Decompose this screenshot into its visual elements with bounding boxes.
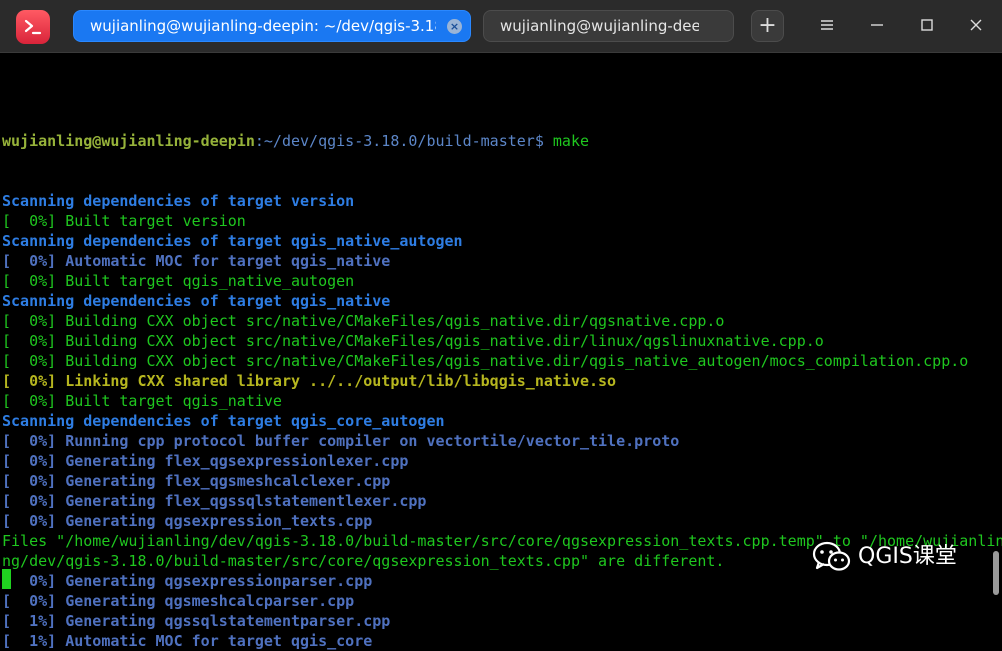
scrollbar-thumb[interactable] bbox=[993, 551, 999, 595]
close-icon[interactable] bbox=[964, 14, 988, 38]
terminal-line: [ 0%] Linking CXX shared library ../../o… bbox=[2, 372, 617, 390]
terminal-line: Scanning dependencies of target qgis_nat… bbox=[2, 232, 463, 250]
terminal-line: [ 0%] Running cpp protocol buffer compil… bbox=[2, 432, 680, 450]
terminal-line: ng/dev/qgis-3.18.0/build-master/src/core… bbox=[2, 552, 725, 570]
terminal-line: [ 0%] Built target version bbox=[2, 212, 246, 230]
terminal-lines: wujianling@wujianling-deepin:~/dev/qgis-… bbox=[2, 91, 1002, 651]
terminal-app-icon[interactable] bbox=[16, 10, 50, 44]
maximize-icon[interactable] bbox=[915, 14, 939, 38]
terminal-line: [ 0%] Building CXX object src/native/CMa… bbox=[2, 312, 725, 330]
tab-active-terminal[interactable]: wujianling@wujianling-deepin: ~/dev/qgis… bbox=[73, 10, 471, 42]
terminal-line: [ 0%] Generating qgsmeshcalcparser.cpp bbox=[2, 592, 355, 610]
prompt-path: :~/dev/qgis-3.18.0/build-master$ bbox=[254, 132, 553, 150]
wechat-icon bbox=[812, 541, 851, 571]
prompt-line: wujianling@wujianling-deepin:~/dev/qgis-… bbox=[2, 131, 1002, 151]
terminal-line: [ 0%] Generating flex_qgssqlstatementlex… bbox=[2, 492, 427, 510]
watermark-text: QGIS课堂 bbox=[858, 544, 957, 569]
terminal-line: [ 0%] Generating flex_qgsexpressionlexer… bbox=[2, 452, 409, 470]
terminal-output-area[interactable]: wujianling@wujianling-deepin:~/dev/qgis-… bbox=[0, 53, 1002, 650]
terminal-line: Scanning dependencies of target qgis_cor… bbox=[2, 412, 445, 430]
title-bar: wujianling@wujianling-deepin: ~/dev/qgis… bbox=[0, 0, 1002, 53]
new-tab-button[interactable]: + bbox=[751, 10, 784, 42]
terminal-line: [ 0%] Generating qgsexpression_texts.cpp bbox=[2, 512, 373, 530]
terminal-line: [ 0%] Generating qgsexpressionparser.cpp bbox=[2, 572, 373, 590]
menu-icon[interactable] bbox=[815, 14, 839, 38]
terminal-line: Scanning dependencies of target qgis_nat… bbox=[2, 292, 391, 310]
terminal-line: [ 1%] Automatic MOC for target qgis_core bbox=[2, 632, 373, 650]
terminal-line: [ 0%] Built target qgis_native bbox=[2, 392, 282, 410]
terminal-line: [ 0%] Generating flex_qgsmeshcalclexer.c… bbox=[2, 472, 391, 490]
prompt-command: make bbox=[552, 132, 590, 150]
text-cursor bbox=[2, 569, 11, 589]
terminal-line: [ 0%] Built target qgis_native_autogen bbox=[2, 272, 355, 290]
terminal-line: [ 0%] Automatic MOC for target qgis_nati… bbox=[2, 252, 391, 270]
tab-inactive-terminal[interactable]: wujianling@wujianling-deepin: … bbox=[483, 10, 734, 42]
terminal-line: [ 1%] Generating qgssqlstatementparser.c… bbox=[2, 612, 391, 630]
terminal-line: [ 0%] Building CXX object src/native/CMa… bbox=[2, 332, 824, 350]
tab-label: wujianling@wujianling-deepin: … bbox=[500, 17, 699, 35]
terminal-line: Scanning dependencies of target version bbox=[2, 192, 355, 210]
prompt-user-host: wujianling@wujianling-deepin bbox=[2, 132, 255, 150]
terminal-line: Files "/home/wujianling/dev/qgis-3.18.0/… bbox=[2, 532, 1002, 550]
terminal-line: [ 0%] Building CXX object src/native/CMa… bbox=[2, 352, 969, 370]
minimize-icon[interactable] bbox=[865, 14, 889, 38]
close-tab-icon[interactable]: × bbox=[447, 19, 462, 34]
tab-label: wujianling@wujianling-deepin: ~/dev/qgis… bbox=[90, 17, 436, 35]
